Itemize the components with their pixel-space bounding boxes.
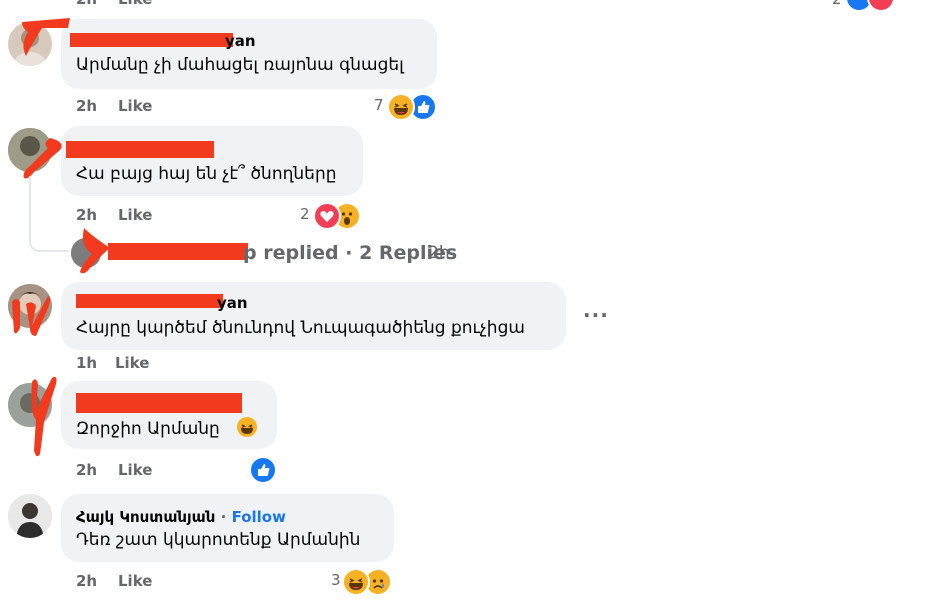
like-button[interactable]: Like [115, 354, 149, 372]
redaction-scribble [12, 296, 50, 336]
redaction-mark [76, 393, 242, 413]
comment-bubble [61, 19, 437, 89]
reaction-count[interactable]: 2 [300, 205, 310, 223]
haha-face [241, 424, 253, 434]
thread-connector [29, 176, 69, 252]
time-label[interactable]: 2h [76, 572, 97, 590]
heart-glyph [320, 211, 334, 222]
author-name[interactable]: yan [225, 32, 256, 50]
time-label[interactable]: 2h [76, 206, 97, 224]
comment-bubble [61, 126, 363, 196]
love-icon [867, 0, 895, 12]
reaction-count[interactable]: 2 [832, 0, 842, 8]
follow-button[interactable]: Follow [232, 508, 286, 526]
time-label[interactable]: 1h [76, 354, 97, 372]
reaction-count[interactable]: 3 [331, 571, 341, 589]
avatar[interactable] [8, 494, 52, 538]
more-options-icon[interactable]: ··· [583, 303, 609, 327]
reply-time[interactable]: 2h [428, 243, 450, 263]
thumb-glyph [258, 464, 270, 476]
comment-text: Հայրը կարծեմ ծնունդով Նուպագածիենց քուչի… [76, 318, 525, 338]
love-icon [313, 202, 341, 230]
replied-label[interactable]: p replied [243, 242, 339, 264]
author-name[interactable]: yan [217, 294, 248, 312]
comment-text: Դեռ շատ կկարոտենք Արմանին [76, 530, 361, 550]
separator-dot: · [345, 242, 353, 264]
like-button[interactable]: Like [118, 461, 152, 479]
haha-face [349, 578, 363, 590]
separator-dot: · [220, 508, 227, 526]
author-name[interactable]: Հայկ Կոստանյան [76, 508, 215, 526]
replies-link[interactable]: p replied · 2 Replies [243, 242, 457, 264]
time-label[interactable]: 2h [76, 461, 97, 479]
redaction-scribble [80, 228, 110, 274]
redaction-mark [66, 141, 214, 158]
haha-icon [342, 568, 370, 596]
comment-text: Արմանը չի մահացել ռայոնա գնացել [76, 55, 404, 75]
redaction-mark [70, 33, 233, 47]
reaction-count[interactable]: 7 [374, 96, 384, 114]
comment-bubble [61, 282, 566, 350]
redaction-scribble [22, 18, 70, 56]
comment-text: Հա բայց հայ են չէ՞ ծնողները [76, 164, 337, 184]
avatar-image [8, 494, 52, 538]
comment-bubble [61, 494, 394, 562]
like-button[interactable]: Like [118, 97, 152, 115]
haha-icon [237, 417, 257, 437]
like-button[interactable]: Like [118, 206, 152, 224]
redaction-mark [76, 294, 223, 308]
time-label[interactable]: 2h [76, 0, 97, 8]
author-row: Հայկ Կոստանյան · Follow [76, 508, 286, 526]
haha-face [394, 103, 408, 115]
redaction-mark [108, 243, 248, 260]
like-button[interactable]: Like [118, 572, 152, 590]
time-label[interactable]: 2h [76, 97, 97, 115]
comment-text: Զորջիո Արմանը [76, 419, 220, 439]
like-icon [249, 456, 277, 484]
redaction-scribble [31, 376, 57, 457]
haha-icon [387, 93, 415, 121]
like-button[interactable]: Like [118, 0, 152, 8]
